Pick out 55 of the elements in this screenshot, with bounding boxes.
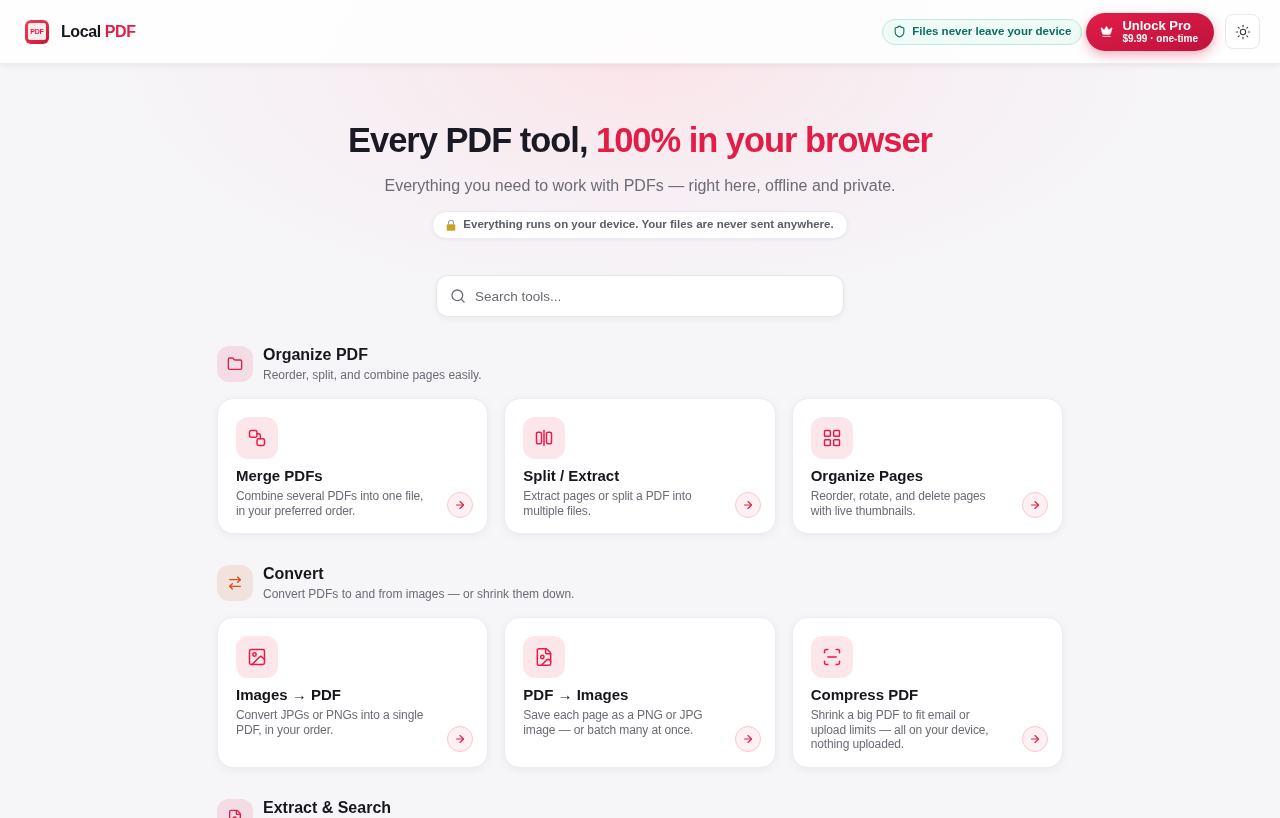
tool-description: Reorder, rotate, and delete pages with live thumbnails. — [810, 489, 987, 518]
section-title: Convert — [263, 565, 325, 583]
tool-title: Split / Extract — [523, 466, 621, 486]
privacy-badge-text: Files never leave your device — [912, 23, 1072, 39]
open-tool-button[interactable] — [1022, 725, 1048, 752]
tool-card[interactable]: Compress PDF Shrink a big PDF to fit email or upload limits — all on your device, nothing uploaded. — [791, 617, 1063, 768]
split-icon — [523, 417, 566, 459]
open-tool-button[interactable] — [447, 725, 474, 752]
arrow-right-icon — [454, 499, 467, 511]
folder-icon — [217, 346, 253, 382]
swap-arrows-icon — [217, 565, 253, 601]
tool-description: Combine several PDFs into one file, in your preferred order. — [236, 489, 425, 518]
tool-title: Merge PDFs — [236, 466, 324, 486]
scan-icon — [810, 636, 853, 678]
hero-title: Every PDF tool, 100% in your browser — [348, 120, 932, 161]
tool-card[interactable]: Images → PDF Convert JPGs or PNGs into a single PDF, in your order. — [217, 617, 489, 768]
merge-icon — [236, 417, 278, 459]
image-icon — [236, 636, 278, 678]
open-tool-button[interactable] — [734, 725, 761, 752]
tool-description: Extract pages or split a PDF into multiple files. — [523, 489, 693, 518]
unlock-pro-button[interactable]: Unlock Pro $9.99 · one-time — [1086, 12, 1214, 51]
section-title: Organize PDF — [263, 346, 369, 364]
tool-description: Save each page as a PNG or JPG image — or batch many at once. — [523, 708, 704, 737]
section-title: Extract & Search — [263, 798, 392, 817]
crown-icon — [1100, 25, 1114, 38]
hero-subtitle: Everything you need to work with PDFs — right here, offline and private. — [384, 176, 896, 196]
sun-icon — [1234, 23, 1251, 40]
section-description: Convert PDFs to and from images — or shrink them down. — [263, 586, 575, 602]
tool-title: Compress PDF — [810, 685, 920, 705]
privacy-notice-text: Everything runs on your device. Your files are never sent anywhere. — [463, 217, 834, 233]
search-field[interactable]: Search tools... — [436, 275, 844, 317]
tool-title: Images → PDF — [236, 685, 343, 705]
arrow-right-icon — [741, 499, 754, 511]
section-description: Reorder, split, and combine pages easily. — [263, 367, 482, 383]
grid-icon — [810, 417, 853, 459]
tool-card[interactable]: Split / Extract Extract pages or split a PDF into multiple files. — [504, 398, 776, 534]
arrow-right-icon — [741, 732, 754, 745]
tool-title: PDF → Images — [523, 685, 630, 705]
file-image-icon — [523, 636, 566, 678]
app-name: Local PDF — [61, 21, 136, 42]
tool-description: Shrink a big PDF to fit email or upload limits — all on your device, nothing uploaded. — [810, 708, 990, 752]
tool-card[interactable]: Organize Pages Reorder, rotate, and delete pages with live thumbnails. — [791, 398, 1063, 534]
shield-icon — [893, 25, 907, 38]
tool-description: Convert JPGs or PNGs into a single PDF, in your order. — [236, 708, 425, 737]
tool-title: Organize Pages — [810, 466, 925, 486]
tool-card[interactable]: Merge PDFs Combine several PDFs into one file, in your preferred order. — [217, 398, 489, 534]
lock-icon — [446, 219, 457, 231]
arrow-right-icon — [454, 732, 467, 745]
tool-card[interactable]: PDF → Images Save each page as a PNG or JPG image — or batch many at once. — [504, 617, 776, 768]
open-tool-button[interactable] — [1022, 492, 1048, 518]
open-tool-button[interactable] — [447, 492, 474, 518]
arrow-right-icon — [1029, 732, 1041, 745]
open-tool-button[interactable] — [734, 492, 761, 518]
arrow-right-icon — [1029, 499, 1041, 511]
theme-toggle-button[interactable] — [1225, 14, 1260, 49]
